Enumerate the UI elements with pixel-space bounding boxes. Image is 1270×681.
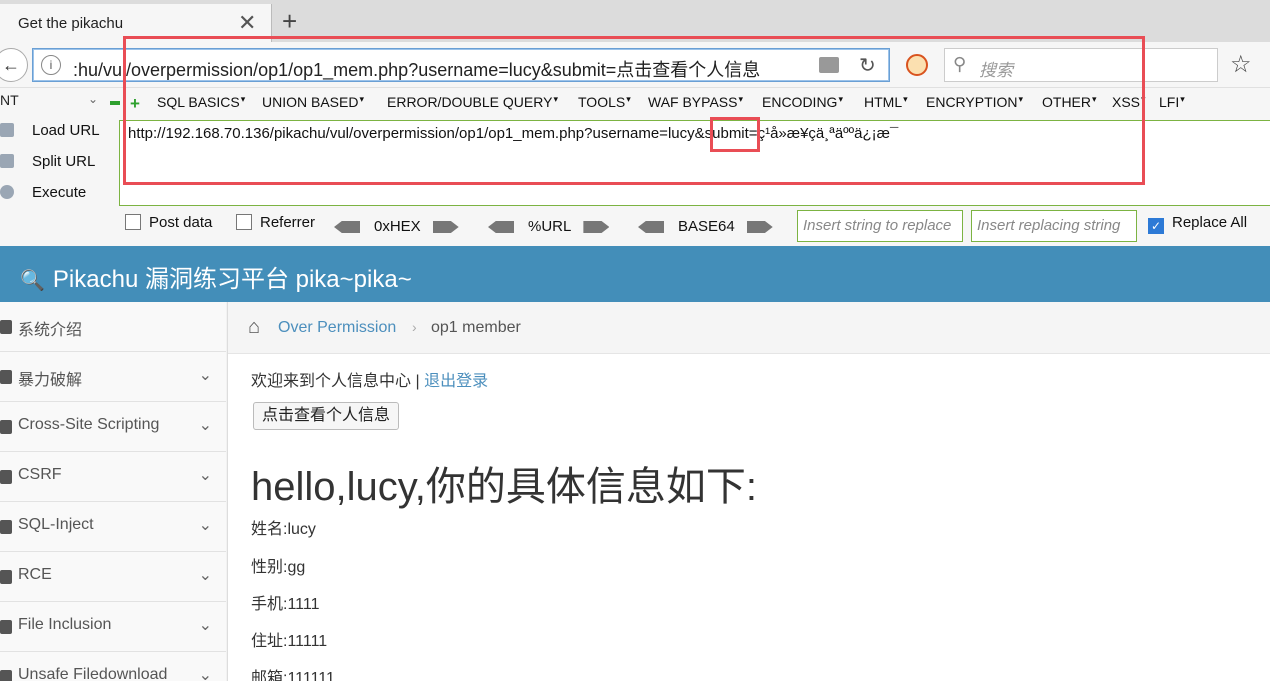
info-gender: 性别:gg bbox=[251, 559, 306, 576]
close-tab-icon[interactable]: ✕ bbox=[238, 10, 256, 36]
sidebar-item-label: Cross-Site Scripting bbox=[18, 416, 160, 433]
chevron-down-icon: ⌄ bbox=[198, 667, 212, 681]
separator: | bbox=[415, 373, 420, 390]
split-url-icon bbox=[0, 154, 14, 168]
tag-icon bbox=[0, 320, 12, 334]
bookmark-star-icon[interactable]: ☆ bbox=[1230, 50, 1252, 79]
chevron-down-icon: ⌄ bbox=[198, 517, 212, 534]
execute-label: Execute bbox=[32, 184, 87, 201]
key-icon: 🔍 bbox=[20, 270, 45, 292]
info-address: 住址:11111 bbox=[251, 633, 328, 650]
url-enc-label: %URL bbox=[528, 218, 572, 235]
base64-encoder[interactable]: BASE64 bbox=[638, 218, 773, 235]
back-arrow-icon[interactable]: ← bbox=[0, 48, 28, 82]
sidebar-item-sql-inject[interactable]: SQL-Inject ⌄ bbox=[0, 502, 226, 552]
download-icon bbox=[0, 670, 12, 681]
info-phone: 手机:1111 bbox=[251, 596, 320, 613]
breadcrumb: ⌂ Over Permission › op1 member bbox=[228, 302, 1270, 354]
split-url-button[interactable]: Split URL bbox=[0, 153, 95, 170]
load-url-label: Load URL bbox=[32, 122, 100, 139]
logout-link[interactable]: 退出登录 bbox=[424, 373, 488, 390]
chevron-down-icon: ⌄ bbox=[198, 367, 212, 384]
post-data-checkbox[interactable]: Post data bbox=[125, 214, 212, 231]
url-encoder[interactable]: %URL bbox=[488, 218, 610, 235]
sidebar-item-file-inclusion[interactable]: File Inclusion ⌄ bbox=[0, 602, 226, 652]
welcome-text: 欢迎来到个人信息中心 bbox=[251, 373, 412, 390]
main-content: ⌂ Over Permission › op1 member 欢迎来到个人信息中… bbox=[228, 302, 1270, 681]
checkbox-icon[interactable] bbox=[125, 214, 141, 230]
arrow-right-icon[interactable] bbox=[746, 221, 773, 234]
sidebar-item-label: File Inclusion bbox=[18, 616, 112, 633]
referrer-checkbox[interactable]: Referrer bbox=[236, 214, 315, 231]
hackbar-select-value: NT bbox=[0, 92, 19, 108]
checkbox-icon[interactable] bbox=[236, 214, 252, 230]
sidebar-item-label: CSRF bbox=[18, 466, 62, 483]
brand-text: Pikachu 漏洞练习平台 pika~pika~ bbox=[52, 266, 412, 293]
chevron-down-icon: ⌄ bbox=[198, 467, 212, 484]
view-profile-button[interactable]: 点击查看个人信息 bbox=[253, 402, 400, 430]
chevron-right-icon: › bbox=[412, 319, 417, 335]
execute-icon bbox=[0, 185, 14, 199]
info-email: 邮箱:111111 bbox=[251, 670, 335, 681]
chevron-down-icon: ⌄ bbox=[198, 417, 212, 434]
annotation-box-url bbox=[123, 36, 1145, 185]
load-url-button[interactable]: Load URL bbox=[0, 122, 100, 139]
edit-icon bbox=[0, 470, 12, 484]
arrow-right-icon[interactable] bbox=[432, 221, 459, 234]
replace-all-checkbox[interactable]: ✓ Replace All bbox=[1148, 214, 1247, 234]
sidebar: 系统介绍 暴力破解 ⌄ Cross-Site Scripting ⌄ CSRF … bbox=[0, 302, 228, 681]
sidebar-item-label: Unsafe Filedownload bbox=[18, 666, 168, 681]
home-icon[interactable]: ⌂ bbox=[248, 316, 260, 339]
split-url-label: Split URL bbox=[32, 153, 96, 170]
arrow-right-icon[interactable] bbox=[583, 221, 610, 234]
breadcrumb-current: op1 member bbox=[431, 319, 521, 336]
hex-label: 0xHEX bbox=[374, 218, 421, 235]
arrow-left-icon[interactable] bbox=[488, 221, 514, 234]
sidebar-item-unsafe-filedownload[interactable]: Unsafe Filedownload ⌄ bbox=[0, 652, 226, 681]
hello-heading: hello,lucy,你的具体信息如下: bbox=[251, 465, 758, 509]
minus-icon[interactable] bbox=[110, 101, 120, 105]
sidebar-item-label: 系统介绍 bbox=[18, 322, 83, 339]
chevron-down-icon: ⌄ bbox=[198, 567, 212, 584]
arrows-icon bbox=[0, 520, 12, 534]
annotation-box-username bbox=[710, 117, 760, 152]
welcome-line: 欢迎来到个人信息中心 | 退出登录 bbox=[251, 367, 488, 391]
sidebar-item-label: RCE bbox=[18, 566, 52, 583]
referrer-label: Referrer bbox=[260, 214, 316, 231]
chevron-down-icon: ⌄ bbox=[87, 92, 98, 106]
replacing-string-input[interactable]: Insert replacing string bbox=[971, 210, 1137, 242]
sidebar-item-rce[interactable]: RCE ⌄ bbox=[0, 552, 226, 602]
lock-icon bbox=[0, 370, 12, 384]
post-data-label: Post data bbox=[149, 214, 213, 231]
sidebar-item-intro[interactable]: 系统介绍 bbox=[0, 302, 226, 352]
sidebar-item-xss[interactable]: Cross-Site Scripting ⌄ bbox=[0, 402, 226, 452]
checkbox-checked-icon[interactable]: ✓ bbox=[1148, 218, 1164, 234]
info-name: 姓名:lucy bbox=[251, 521, 316, 538]
new-tab-icon[interactable]: + bbox=[282, 6, 297, 37]
brand-title[interactable]: 🔍 Pikachu 漏洞练习平台 pika~pika~ bbox=[20, 259, 412, 294]
chevron-down-icon: ⌄ bbox=[198, 617, 212, 634]
sidebar-item-brute-force[interactable]: 暴力破解 ⌄ bbox=[0, 352, 226, 402]
breadcrumb-link[interactable]: Over Permission bbox=[278, 319, 396, 337]
execute-button[interactable]: Execute bbox=[0, 184, 86, 201]
info-icon[interactable]: i bbox=[41, 55, 61, 75]
page-header: 🔍 Pikachu 漏洞练习平台 pika~pika~ bbox=[0, 246, 1270, 302]
sidebar-item-label: SQL-Inject bbox=[18, 516, 94, 533]
hackbar-select[interactable]: NT ⌄ bbox=[0, 92, 102, 114]
sidebar-item-csrf[interactable]: CSRF ⌄ bbox=[0, 452, 226, 502]
sidebar-item-label: 暴力破解 bbox=[18, 372, 83, 389]
replace-string-input[interactable]: Insert string to replace bbox=[797, 210, 963, 242]
xss-icon bbox=[0, 420, 12, 434]
wrench-icon bbox=[0, 570, 12, 584]
arrow-left-icon[interactable] bbox=[638, 221, 664, 234]
menu-lfi[interactable]: LFI bbox=[1159, 94, 1185, 110]
file-icon bbox=[0, 620, 12, 634]
base64-label: BASE64 bbox=[678, 218, 735, 235]
replace-all-label: Replace All bbox=[1172, 214, 1248, 231]
tab-title: Get the pikachu bbox=[18, 15, 124, 32]
hex-encoder[interactable]: 0xHEX bbox=[334, 218, 459, 235]
load-url-icon bbox=[0, 123, 14, 137]
arrow-left-icon[interactable] bbox=[334, 221, 360, 234]
